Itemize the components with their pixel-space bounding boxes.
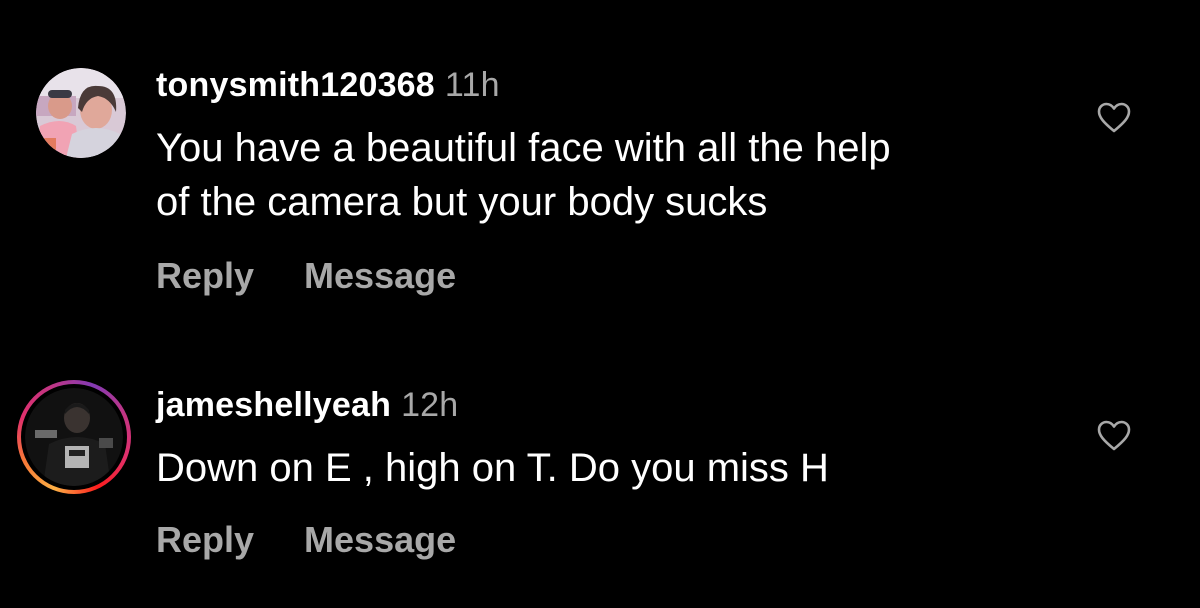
- comment-item: tonysmith120368 11h You have a beautiful …: [0, 0, 1200, 320]
- comment-actions: Reply Message: [156, 255, 456, 297]
- comment-text-line: You have a beautiful face with all the h…: [156, 126, 891, 170]
- comment-text-line: of the camera but your body sucks: [156, 180, 768, 224]
- username[interactable]: jameshellyeah: [156, 386, 391, 424]
- avatar-photo: [25, 388, 123, 486]
- timestamp: 11h: [444, 66, 500, 104]
- heart-outline-icon[interactable]: [1097, 420, 1131, 452]
- story-ring[interactable]: [17, 380, 131, 494]
- avatar[interactable]: [36, 68, 126, 158]
- avatar[interactable]: [25, 388, 123, 486]
- comment-text: You have a beautiful face with all the h…: [156, 121, 1056, 229]
- comment-header: jameshellyeah 12h: [156, 386, 458, 425]
- reply-button[interactable]: Reply: [156, 519, 254, 560]
- comment-text-line: Down on E , high on T. Do you miss H: [156, 446, 829, 490]
- username[interactable]: tonysmith120368: [156, 66, 435, 104]
- avatar-photo: [36, 68, 126, 158]
- comment-header: tonysmith120368 11h: [156, 66, 500, 105]
- message-button[interactable]: Message: [304, 519, 456, 560]
- heart-outline-icon[interactable]: [1097, 102, 1131, 134]
- comment-actions: Reply Message: [156, 519, 456, 561]
- timestamp: 12h: [401, 386, 459, 424]
- reply-button[interactable]: Reply: [156, 255, 254, 296]
- message-button[interactable]: Message: [304, 255, 456, 296]
- comment-text: Down on E , high on T. Do you miss H: [156, 441, 1056, 495]
